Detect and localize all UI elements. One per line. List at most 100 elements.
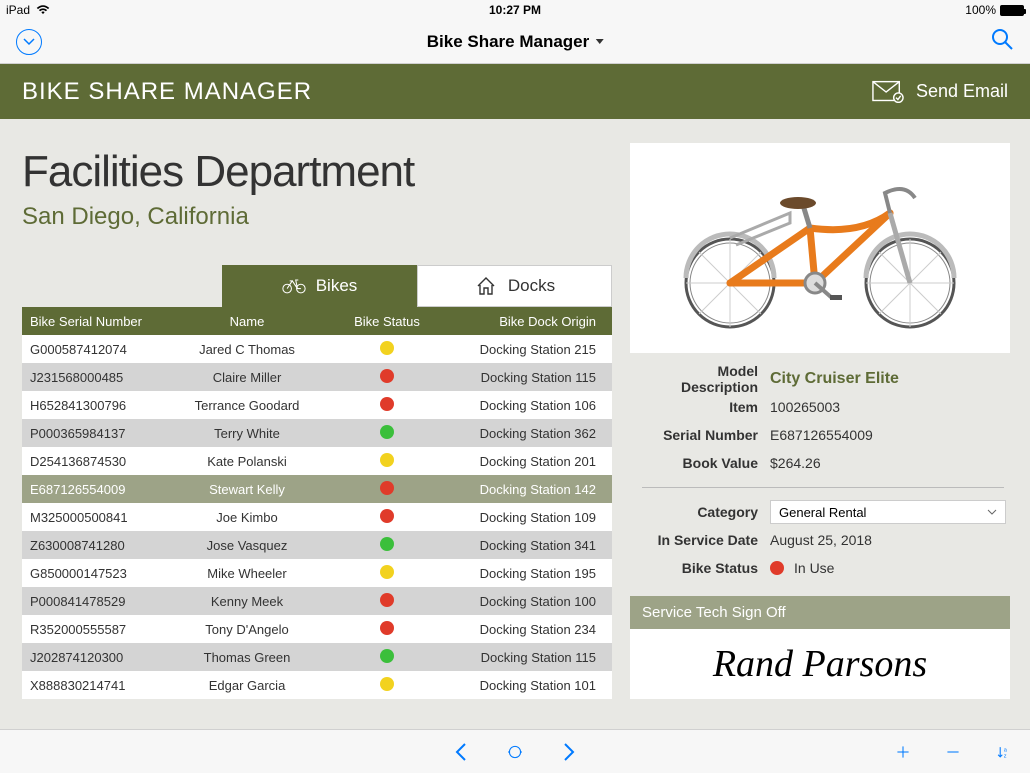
col-header-dock[interactable]: Bike Dock Origin bbox=[452, 314, 612, 329]
send-email-button[interactable]: Send Email bbox=[872, 80, 1008, 104]
cell-serial: G000587412074 bbox=[22, 342, 172, 357]
bike-image bbox=[630, 143, 1010, 353]
cell-serial: X888830214741 bbox=[22, 678, 172, 693]
dropdown-caret-icon bbox=[595, 39, 603, 45]
cell-dock: Docking Station 109 bbox=[452, 510, 612, 525]
cell-name: Kenny Meek bbox=[172, 594, 322, 609]
cell-dock: Docking Station 341 bbox=[452, 538, 612, 553]
table-row[interactable]: X888830214741Edgar Garcia Docking Station… bbox=[22, 671, 612, 699]
col-header-status[interactable]: Bike Status bbox=[322, 314, 452, 329]
cell-name: Claire Miller bbox=[172, 370, 322, 385]
cell-serial: M325000500841 bbox=[22, 510, 172, 525]
cell-dock: Docking Station 201 bbox=[452, 454, 612, 469]
value-inservice: August 25, 2018 bbox=[770, 532, 872, 548]
table-row[interactable]: J202874120300Thomas GreenDocking Station… bbox=[22, 643, 612, 671]
status-time: 10:27 PM bbox=[489, 3, 541, 17]
cell-dock: Docking Station 100 bbox=[452, 594, 612, 609]
status-dot-icon bbox=[380, 397, 394, 411]
status-dot-icon bbox=[380, 537, 394, 551]
prev-record-button[interactable] bbox=[454, 742, 468, 762]
table-row[interactable]: Z630008741280Jose Vasquez Docking Station… bbox=[22, 531, 612, 559]
tab-docks[interactable]: Docks bbox=[417, 265, 612, 307]
cell-status bbox=[322, 649, 452, 666]
device-label: iPad bbox=[6, 3, 30, 17]
cell-serial: E687126554009 bbox=[22, 482, 172, 497]
label-category: Category bbox=[640, 504, 770, 520]
table-row[interactable]: P000365984137Terry WhiteDocking Station … bbox=[22, 419, 612, 447]
cell-name: Thomas Green bbox=[172, 650, 322, 665]
svg-text:z: z bbox=[1004, 753, 1007, 759]
cell-status bbox=[322, 621, 452, 638]
status-dot-icon bbox=[380, 649, 394, 663]
status-dot-icon bbox=[380, 369, 394, 383]
cell-name: Jared C Thomas bbox=[172, 342, 322, 357]
home-icon bbox=[474, 276, 498, 296]
tab-bikes[interactable]: Bikes bbox=[222, 265, 417, 307]
cell-dock: Docking Station 115 bbox=[452, 370, 612, 385]
cell-status bbox=[322, 509, 452, 526]
status-dot-icon bbox=[380, 593, 394, 607]
battery-icon bbox=[1000, 5, 1024, 16]
layout-menu-button[interactable] bbox=[16, 29, 42, 55]
category-select[interactable]: General Rental bbox=[770, 500, 1006, 524]
table-row[interactable]: J231568000485Claire MillerDocking Statio… bbox=[22, 363, 612, 391]
cell-serial: Z630008741280 bbox=[22, 538, 172, 553]
signature-field[interactable]: Rand Parsons bbox=[630, 629, 1010, 699]
app-header: BIKE SHARE MANAGER Send Email bbox=[0, 64, 1030, 119]
cell-name: Joe Kimbo bbox=[172, 510, 322, 525]
layout-title[interactable]: Bike Share Manager bbox=[427, 32, 604, 52]
cell-status bbox=[322, 593, 452, 610]
status-dot-icon bbox=[380, 481, 394, 495]
cell-name: Tony D'Angelo bbox=[172, 622, 322, 637]
cell-status bbox=[322, 453, 452, 470]
cell-status bbox=[322, 677, 452, 694]
search-button[interactable] bbox=[990, 27, 1014, 56]
table-row[interactable]: R352000555587Tony D'AngeloDocking Statio… bbox=[22, 615, 612, 643]
cell-dock: Docking Station 195 bbox=[452, 566, 612, 581]
cell-serial: P000365984137 bbox=[22, 426, 172, 441]
table-row[interactable]: G850000147523Mike WheelerDocking Station… bbox=[22, 559, 612, 587]
value-serial: E687126554009 bbox=[770, 427, 873, 443]
value-status: In Use bbox=[794, 560, 834, 576]
cell-name: Edgar Garcia bbox=[172, 678, 322, 693]
cell-serial: H652841300796 bbox=[22, 398, 172, 413]
app-title: BIKE SHARE MANAGER bbox=[22, 78, 312, 106]
bottom-toolbar: az bbox=[0, 729, 1030, 773]
table-row[interactable]: E687126554009Stewart KellyDocking Statio… bbox=[22, 475, 612, 503]
status-dot-icon bbox=[380, 425, 394, 439]
table-row[interactable]: D254136874530Kate Polanski Docking Statio… bbox=[22, 447, 612, 475]
status-dot-icon bbox=[380, 509, 394, 523]
chevron-down-icon bbox=[987, 509, 997, 515]
ios-status-bar: iPad 10:27 PM 100% bbox=[0, 0, 1030, 20]
status-dot-icon bbox=[380, 453, 394, 467]
envelope-check-icon bbox=[872, 80, 904, 104]
table-row[interactable]: G000587412074Jared C ThomasDocking Stati… bbox=[22, 335, 612, 363]
sort-button[interactable]: az bbox=[996, 742, 1010, 762]
cell-serial: P000841478529 bbox=[22, 594, 172, 609]
table-row[interactable]: H652841300796Terrance GoodardDocking Sta… bbox=[22, 391, 612, 419]
battery-percent: 100% bbox=[965, 3, 996, 17]
col-header-serial[interactable]: Bike Serial Number bbox=[22, 314, 172, 329]
status-dot-icon bbox=[380, 677, 394, 691]
label-model: Model Description bbox=[640, 363, 770, 395]
next-record-button[interactable] bbox=[562, 742, 576, 762]
table-header: Bike Serial Number Name Bike Status Bike… bbox=[22, 307, 612, 335]
cell-dock: Docking Station 101 bbox=[452, 678, 612, 693]
table-row[interactable]: M325000500841Joe Kimbo Docking Station 10… bbox=[22, 503, 612, 531]
cell-name: Jose Vasquez bbox=[172, 538, 322, 553]
cell-name: Kate Polanski bbox=[172, 454, 322, 469]
new-record-button[interactable] bbox=[896, 742, 910, 762]
cell-serial: R352000555587 bbox=[22, 622, 172, 637]
status-dot-icon bbox=[770, 561, 784, 575]
delete-record-button[interactable] bbox=[946, 742, 960, 762]
page-subtitle: San Diego, California bbox=[22, 203, 612, 231]
cell-status bbox=[322, 537, 452, 554]
label-item: Item bbox=[640, 399, 770, 415]
divider bbox=[642, 487, 1004, 488]
table-row[interactable]: P000841478529Kenny Meek Docking Station 1… bbox=[22, 587, 612, 615]
cell-status bbox=[322, 565, 452, 582]
cell-serial: G850000147523 bbox=[22, 566, 172, 581]
current-record-button[interactable] bbox=[508, 742, 522, 762]
col-header-name[interactable]: Name bbox=[172, 314, 322, 329]
cell-serial: D254136874530 bbox=[22, 454, 172, 469]
